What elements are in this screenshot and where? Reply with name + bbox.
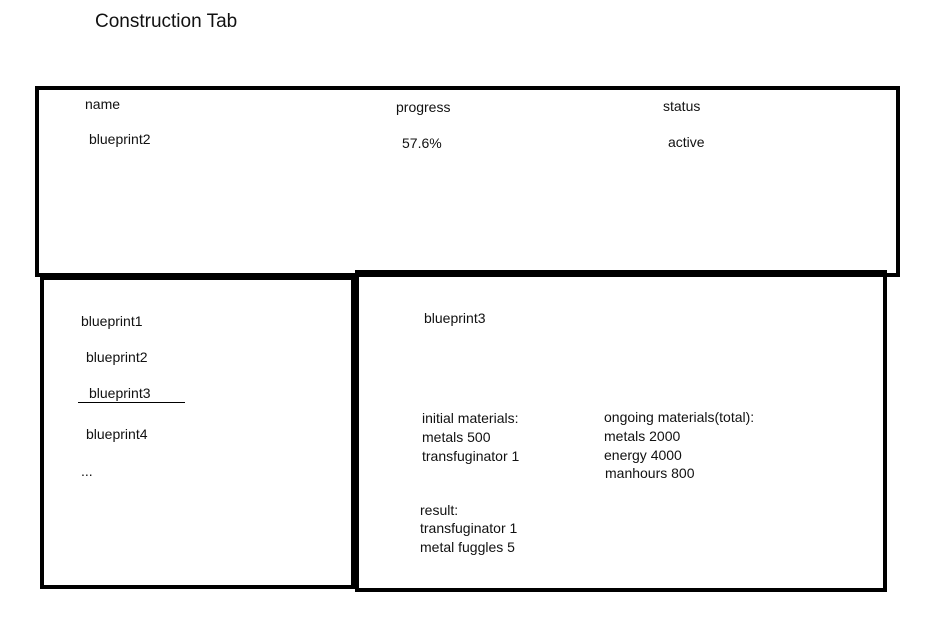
ongoing-material-item: metals 2000	[604, 428, 681, 444]
column-header-progress: progress	[396, 99, 451, 115]
active-construction-panel	[35, 86, 900, 277]
initial-material-item: metals 500	[422, 429, 491, 445]
ongoing-material-item: energy 4000	[604, 447, 682, 463]
column-header-status: status	[663, 98, 701, 114]
active-row-status: active	[668, 134, 705, 150]
selected-item-underline	[78, 402, 185, 403]
blueprint-list-item[interactable]: blueprint2	[86, 348, 148, 366]
active-row-progress: 57.6%	[402, 135, 442, 151]
initial-material-item: transfuginator 1	[422, 448, 520, 464]
ongoing-materials-label: ongoing materials(total):	[604, 409, 755, 425]
detail-title: blueprint3	[424, 310, 486, 326]
column-header-name: name	[85, 96, 121, 112]
initial-materials-label: initial materials:	[422, 410, 519, 426]
ongoing-material-item: manhours 800	[605, 465, 695, 481]
result-item: transfuginator 1	[420, 520, 518, 536]
blueprint-list-item[interactable]: blueprint4	[86, 425, 148, 443]
blueprint-list-more[interactable]: ...	[81, 462, 93, 480]
active-row-name[interactable]: blueprint2	[89, 130, 151, 148]
page-title: Construction Tab	[95, 11, 238, 32]
blueprint-list-item-selected[interactable]: blueprint3	[89, 384, 151, 402]
result-label: result:	[420, 502, 459, 518]
blueprint-list-item[interactable]: blueprint1	[81, 312, 143, 330]
result-item: metal fuggles 5	[420, 539, 515, 555]
